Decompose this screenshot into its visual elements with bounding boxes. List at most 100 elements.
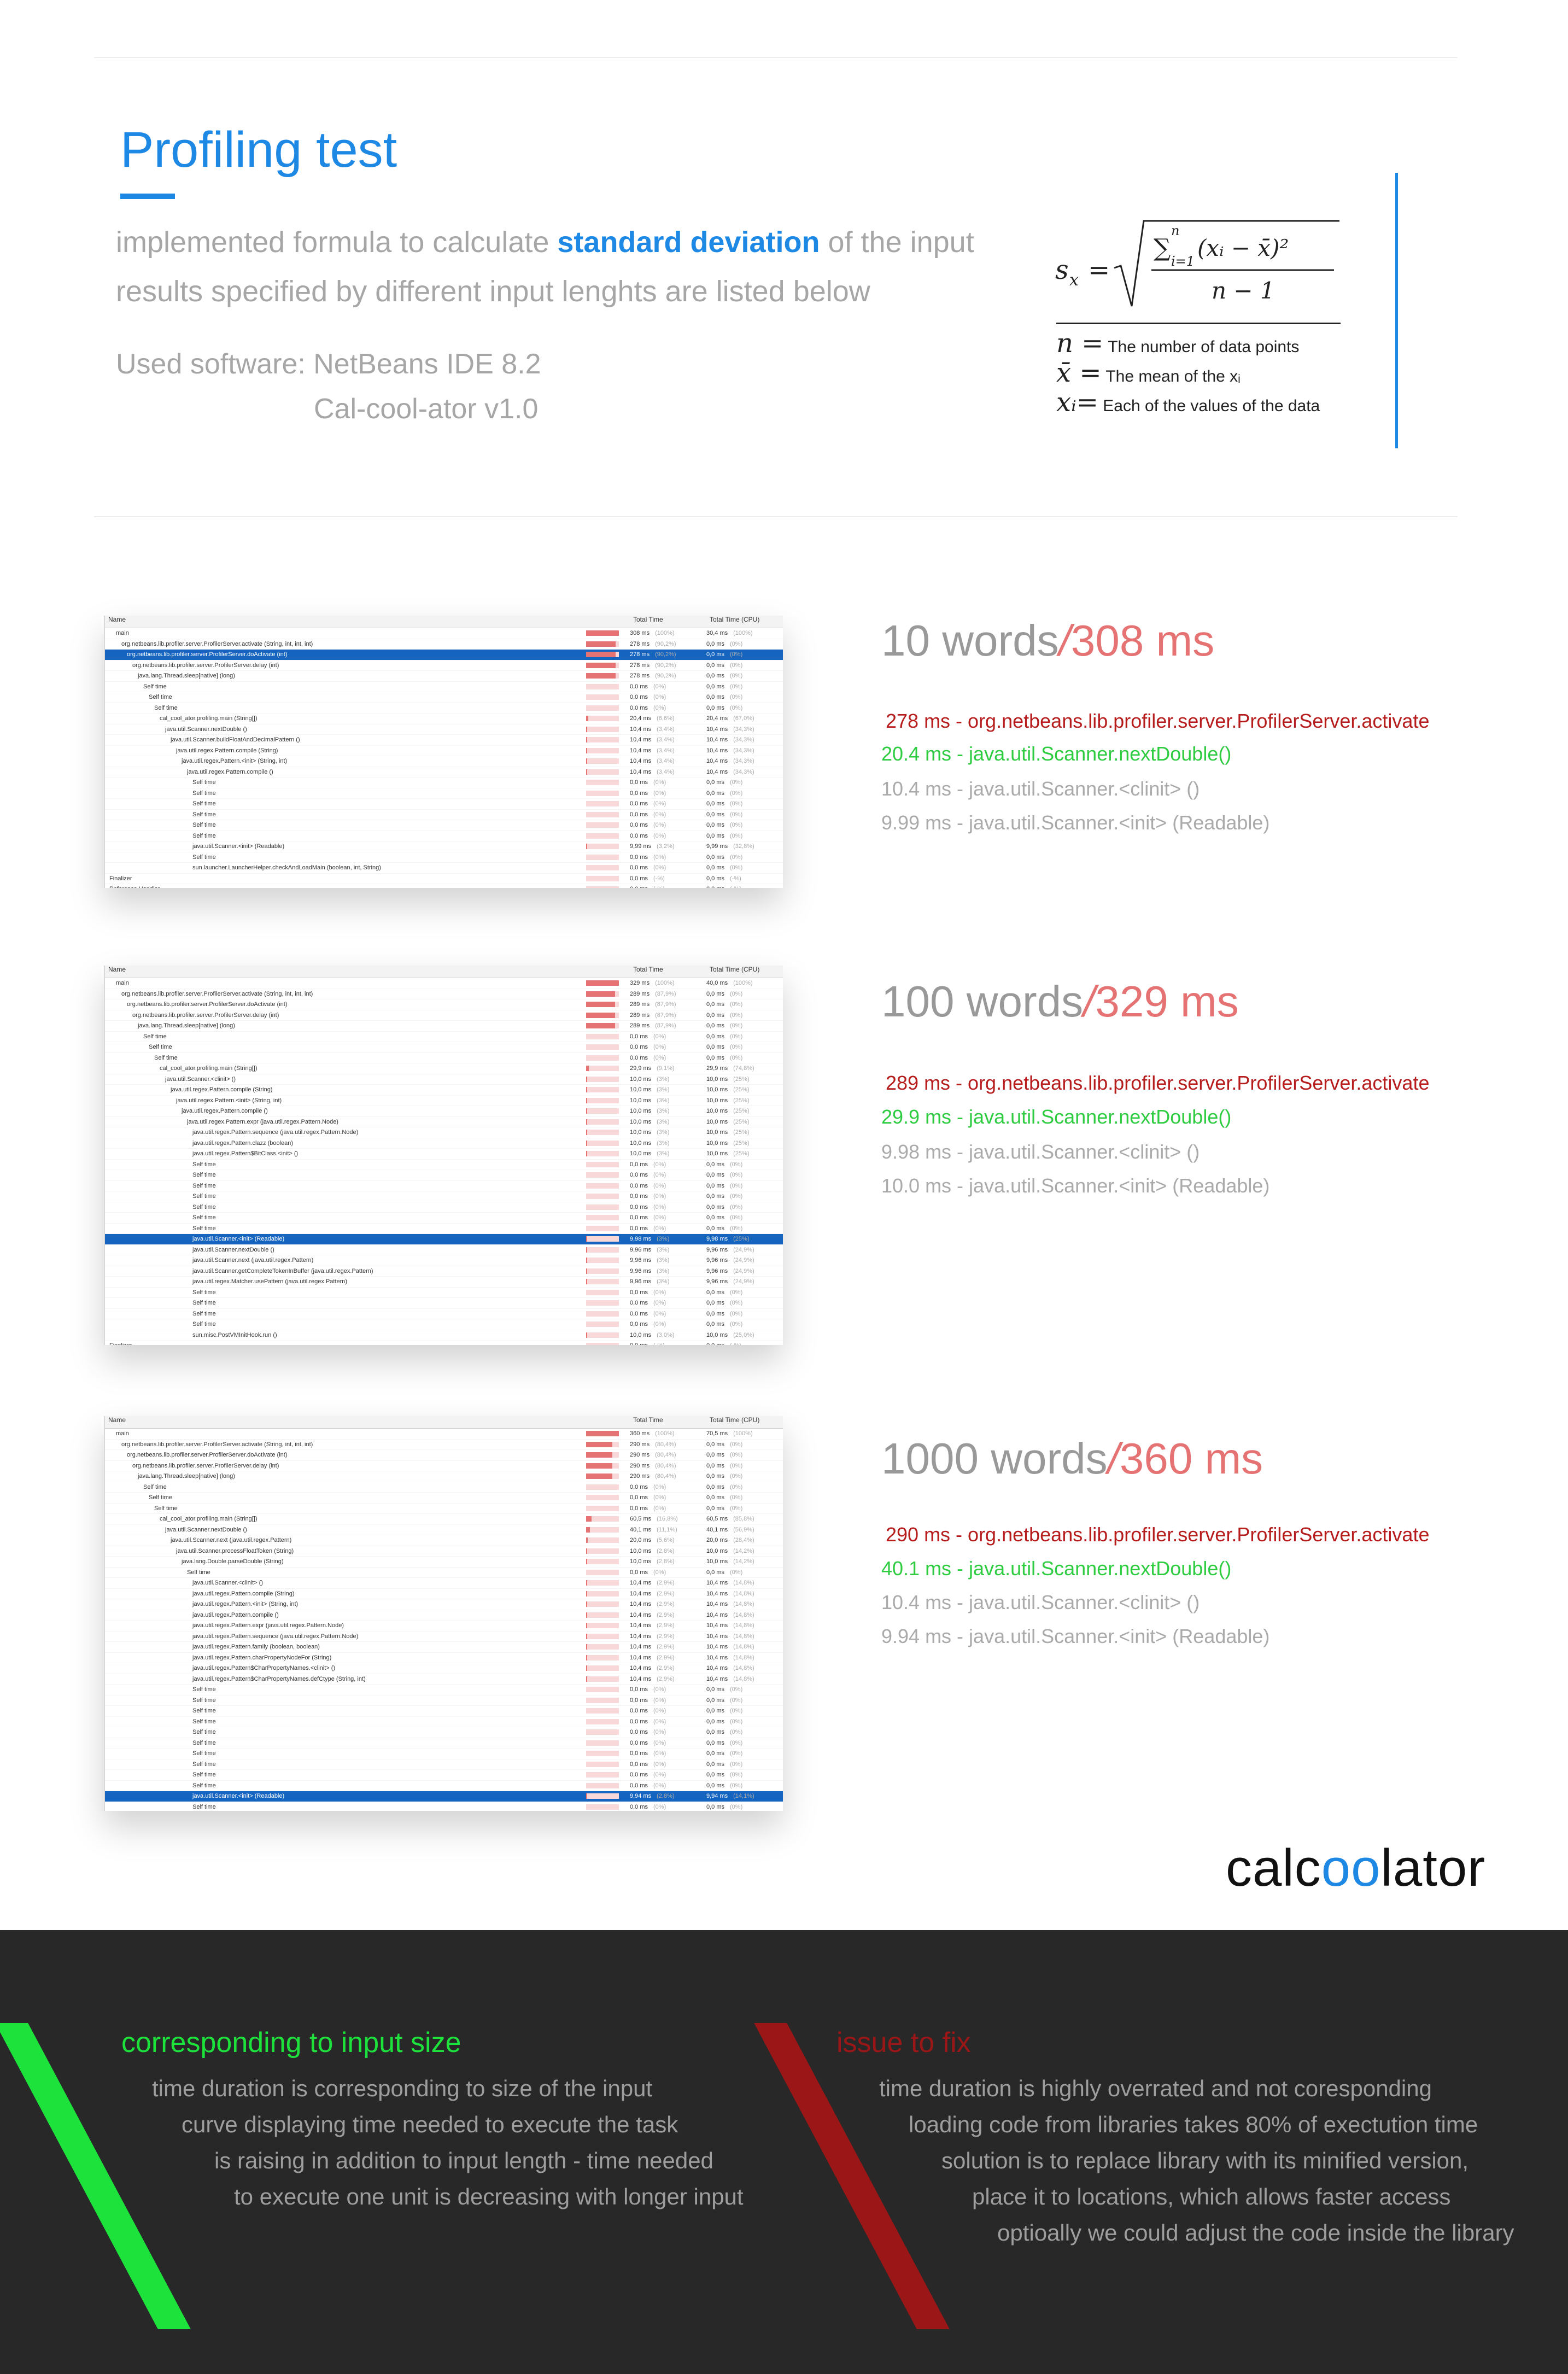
profiler-row[interactable]: org.netbeans.lib.profiler.server.Profile… <box>105 1461 783 1471</box>
profiler-row[interactable]: Self time 0,0 ms (0%) 0,0 ms (0%) <box>105 1170 783 1181</box>
profiler-row[interactable]: java.util.Scanner.buildFloatAndDecimalPa… <box>105 735 783 746</box>
profiler-row[interactable]: java.util.regex.Pattern.family (boolean,… <box>105 1642 783 1653</box>
profiler-row[interactable]: Self time 0,0 ms (0%) 0,0 ms (0%) <box>105 1160 783 1170</box>
profiler-call-tree[interactable]: main 308 ms (100%) 30,4 ms (100%) org.netbean… <box>105 628 783 888</box>
profiler-row[interactable]: java.util.regex.Matcher.usePattern (java… <box>105 1277 783 1288</box>
profiler-row[interactable]: java.util.regex.Pattern.sequence (java.u… <box>105 1127 783 1138</box>
profiler-row[interactable]: java.util.regex.Pattern.clazz (boolean) 1… <box>105 1138 783 1149</box>
profiler-row[interactable]: Self time 0,0 ms (0%) 0,0 ms (0%) <box>105 1568 783 1578</box>
profiler-row[interactable]: Self time 0,0 ms (0%) 0,0 ms (0%) <box>105 692 783 703</box>
profiler-call-tree[interactable]: main 329 ms (100%) 40,0 ms (100%) org.netbean… <box>105 978 783 1345</box>
profiler-row[interactable]: java.util.Scanner.<init> (Readable) 9,99 … <box>105 841 783 852</box>
profiler-row[interactable]: java.util.Scanner.nextDouble () 40,1 ms (1… <box>105 1525 783 1535</box>
profiler-row[interactable]: java.lang.Thread.sleep[native] (long) 289… <box>105 1021 783 1032</box>
profiler-row[interactable]: Self time 0,0 ms (0%) 0,0 ms (0%) <box>105 1181 783 1191</box>
profiler-row[interactable]: Self time 0,0 ms (0%) 0,0 ms (0%) <box>105 1309 783 1319</box>
profiler-row[interactable]: java.util.Scanner.<clinit> () 10,4 ms (2,9… <box>105 1578 783 1589</box>
profiler-row[interactable]: Self time 0,0 ms (0%) 0,0 ms (0%) <box>105 1770 783 1781</box>
profiler-row[interactable]: Self time 0,0 ms (0%) 0,0 ms (0%) <box>105 682 783 692</box>
profiler-row[interactable]: java.util.Scanner.next (java.util.regex.… <box>105 1255 783 1266</box>
profiler-row[interactable]: Self time 0,0 ms (0%) 0,0 ms (0%) <box>105 831 783 841</box>
profiler-row[interactable]: Self time 0,0 ms (0%) 0,0 ms (0%) <box>105 1213 783 1224</box>
profiler-row[interactable]: java.util.regex.Pattern.compile () 10,4 m… <box>105 1610 783 1621</box>
profiler-row[interactable]: java.util.regex.Pattern.expr (java.util.… <box>105 1621 783 1632</box>
profiler-row[interactable]: Self time 0,0 ms (0%) 0,0 ms (0%) <box>105 1202 783 1213</box>
result-1000-line-3: 10.4 ms - java.util.Scanner.<clinit> () <box>881 1591 1200 1613</box>
profiler-row[interactable]: java.util.regex.Pattern$BitClass.<init> … <box>105 1149 783 1160</box>
profiler-row[interactable]: Self time 0,0 ms (0%) 0,0 ms (0%) <box>105 1493 783 1504</box>
profiler-row[interactable]: main 329 ms (100%) 40,0 ms (100%) <box>105 978 783 989</box>
profiler-row[interactable]: Self time 0,0 ms (0%) 0,0 ms (0%) <box>105 1727 783 1738</box>
profiler-row[interactable]: java.util.regex.Pattern$CharPropertyName… <box>105 1663 783 1674</box>
profiler-row[interactable]: java.util.regex.Pattern.compile (String)… <box>105 1085 783 1096</box>
profiler-row[interactable]: java.util.regex.Pattern.sequence (java.u… <box>105 1632 783 1642</box>
profiler-row[interactable]: Self time 0,0 ms (0%) 0,0 ms (0%) <box>105 810 783 820</box>
profiler-row[interactable]: Self time 0,0 ms (0%) 0,0 ms (0%) <box>105 1759 783 1770</box>
profiler-row[interactable]: java.util.Scanner.<init> (Readable) 9,94 … <box>105 1791 783 1802</box>
profiler-row[interactable]: org.netbeans.lib.profiler.server.Profile… <box>105 1440 783 1450</box>
profiler-row[interactable]: Self time 0,0 ms (0%) 0,0 ms (0%) <box>105 1042 783 1053</box>
profiler-row[interactable]: java.util.Scanner.<clinit> () 10,0 ms (3%)… <box>105 1074 783 1085</box>
profiler-row[interactable]: Self time 0,0 ms (0%) 0,0 ms (0%) <box>105 820 783 831</box>
profiler-row[interactable]: java.util.Scanner.processFloatToken (Str… <box>105 1546 783 1557</box>
profiler-row[interactable]: java.lang.Thread.sleep[native] (long) 290… <box>105 1471 783 1482</box>
profiler-row[interactable]: Self time 0,0 ms (0%) 0,0 ms (0%) <box>105 1749 783 1759</box>
profiler-row[interactable]: Self time 0,0 ms (0%) 0,0 ms (0%) <box>105 1319 783 1330</box>
profiler-row[interactable]: Self time 0,0 ms (0%) 0,0 ms (0%) <box>105 1738 783 1749</box>
profiler-row[interactable]: Self time 0,0 ms (0%) 0,0 ms (0%) <box>105 788 783 799</box>
profiler-row[interactable]: Self time 0,0 ms (0%) 0,0 ms (0%) <box>105 1717 783 1727</box>
profiler-row[interactable]: org.netbeans.lib.profiler.server.Profile… <box>105 650 783 660</box>
profiler-row[interactable]: java.util.regex.Pattern.<init> (String, … <box>105 1599 783 1610</box>
profiler-row[interactable]: java.lang.Thread.sleep[native] (long) 278… <box>105 671 783 682</box>
profiler-row[interactable]: cal_cool_ator.profiling.main (String[]) 2… <box>105 1063 783 1074</box>
profiler-row[interactable]: cal_cool_ator.profiling.main (String[]) 2… <box>105 714 783 724</box>
profiler-row[interactable]: cal_cool_ator.profiling.main (String[]) 6… <box>105 1514 783 1525</box>
profiler-row[interactable]: Self time 0,0 ms (0%) 0,0 ms (0%) <box>105 1685 783 1695</box>
profiler-row[interactable]: Self time 0,0 ms (0%) 0,0 ms (0%) <box>105 1224 783 1234</box>
profiler-row[interactable]: java.util.Scanner.<init> (Readable) 9,98 … <box>105 1234 783 1245</box>
profiler-row[interactable]: Self time 0,0 ms (0%) 0,0 ms (0%) <box>105 1191 783 1202</box>
profiler-row[interactable]: java.util.regex.Pattern.charPropertyNode… <box>105 1653 783 1663</box>
profiler-row[interactable]: org.netbeans.lib.profiler.server.Profile… <box>105 1010 783 1021</box>
profiler-row[interactable]: java.util.regex.Pattern.compile () 10,4 m… <box>105 767 783 777</box>
profiler-row[interactable]: Self time 0,0 ms (0%) 0,0 ms (0%) <box>105 1695 783 1706</box>
profiler-row[interactable]: Self time 0,0 ms (0%) 0,0 ms (0%) <box>105 852 783 863</box>
profiler-row[interactable]: Self time 0,0 ms (0%) 0,0 ms (0%) <box>105 1706 783 1717</box>
profiler-row[interactable]: Self time 0,0 ms (0%) 0,0 ms (0%) <box>105 1298 783 1309</box>
profiler-row[interactable]: Self time 0,0 ms (0%) 0,0 ms (0%) <box>105 1053 783 1063</box>
profiler-row[interactable]: Self time 0,0 ms (0%) 0,0 ms (0%) <box>105 777 783 788</box>
profiler-row[interactable]: Self time 0,0 ms (0%) 0,0 ms (0%) <box>105 1504 783 1514</box>
profiler-row[interactable]: org.netbeans.lib.profiler.server.Profile… <box>105 989 783 999</box>
profiler-row[interactable]: org.netbeans.lib.profiler.server.Profile… <box>105 639 783 650</box>
profiler-row[interactable]: Self time 0,0 ms (0%) 0,0 ms (0%) <box>105 1032 783 1042</box>
profiler-row[interactable]: java.util.regex.Pattern$CharPropertyName… <box>105 1674 783 1685</box>
profiler-row[interactable]: sun.launcher.LauncherHelper.checkAndLoad… <box>105 863 783 874</box>
profiler-row[interactable]: sun.misc.PostVMInitHook.run () 10,0 ms (3,… <box>105 1330 783 1341</box>
profiler-row[interactable]: java.util.regex.Pattern.<init> (String, … <box>105 756 783 767</box>
profiler-row[interactable]: java.util.Scanner.nextDouble () 10,4 ms (3… <box>105 724 783 735</box>
profiler-row[interactable]: Self time 0,0 ms (0%) 0,0 ms (0%) <box>105 1781 783 1791</box>
profiler-row[interactable]: main 308 ms (100%) 30,4 ms (100%) <box>105 628 783 639</box>
profiler-row[interactable]: java.util.Scanner.nextDouble () 9,96 ms (3… <box>105 1245 783 1255</box>
profiler-row[interactable]: Finalizer 0,0 ms(-%) 0,0 ms(-%) <box>105 1341 783 1345</box>
profiler-row[interactable]: org.netbeans.lib.profiler.server.Profile… <box>105 660 783 671</box>
profiler-row[interactable]: java.util.regex.Pattern.<init> (String, … <box>105 1096 783 1106</box>
profiler-row[interactable]: org.netbeans.lib.profiler.server.Profile… <box>105 1450 783 1461</box>
profiler-row[interactable]: Self time 0,0 ms (0%) 0,0 ms (0%) <box>105 1288 783 1298</box>
profiler-row[interactable]: java.lang.Double.parseDouble (String) 10,… <box>105 1557 783 1568</box>
profiler-row[interactable]: org.netbeans.lib.profiler.server.Profile… <box>105 999 783 1010</box>
profiler-row[interactable]: java.util.regex.Pattern.compile (String)… <box>105 1589 783 1599</box>
profiler-row[interactable]: Finalizer 0,0 ms(-%) 0,0 ms(-%) <box>105 874 783 884</box>
profiler-row[interactable]: java.util.regex.Pattern.expr (java.util.… <box>105 1117 783 1127</box>
profiler-call-tree[interactable]: main 360 ms (100%) 70,5 ms (100%) org.netbean… <box>105 1429 783 1811</box>
profiler-row[interactable]: Self time 0,0 ms (0%) 0,0 ms (0%) <box>105 703 783 714</box>
profiler-row[interactable]: java.util.Scanner.next (java.util.regex.… <box>105 1535 783 1546</box>
profiler-row[interactable]: Self time 0,0 ms (0%) 0,0 ms (0%) <box>105 1482 783 1493</box>
profiler-row[interactable]: java.util.Scanner.getCompleteTokenInBuff… <box>105 1266 783 1277</box>
profiler-row[interactable]: Self time 0,0 ms (0%) 0,0 ms (0%) <box>105 1802 783 1811</box>
profiler-row[interactable]: main 360 ms (100%) 70,5 ms (100%) <box>105 1429 783 1440</box>
profiler-row[interactable]: java.util.regex.Pattern.compile () 10,0 m… <box>105 1106 783 1117</box>
profiler-row[interactable]: java.util.regex.Pattern.compile (String)… <box>105 746 783 756</box>
profiler-row[interactable]: Reference Handler 0,0 ms(-%) 0,0 ms(-%) <box>105 884 783 888</box>
profiler-row[interactable]: Self time 0,0 ms (0%) 0,0 ms (0%) <box>105 799 783 810</box>
